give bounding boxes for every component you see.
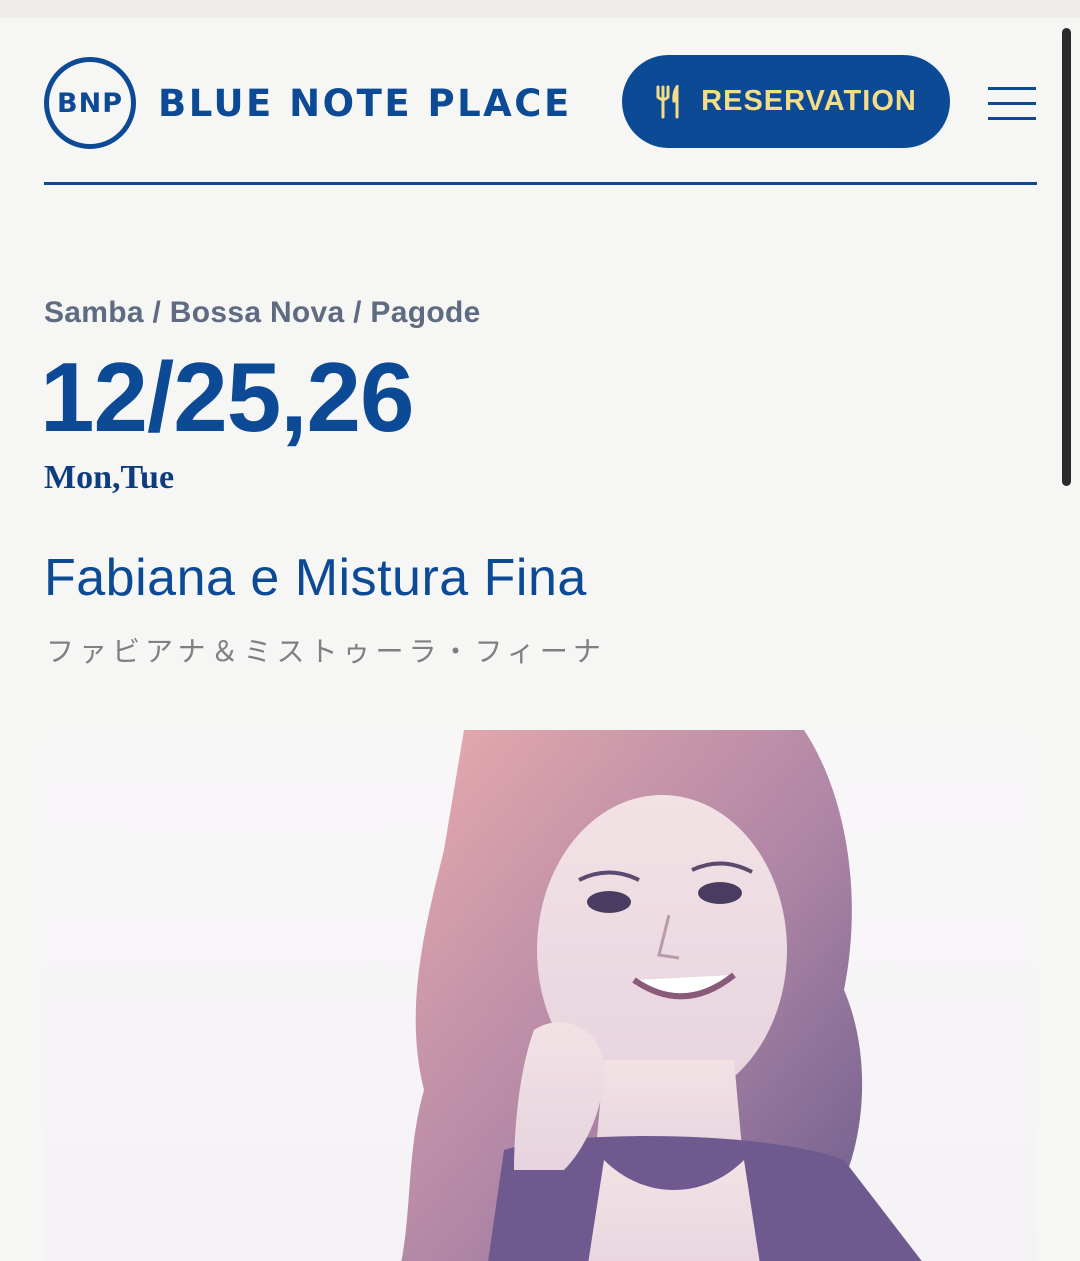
logo-text: BLUE NOTE PLACE [158, 81, 572, 125]
fork-knife-icon [656, 84, 679, 118]
top-strip [0, 0, 1080, 18]
event-days: Mon,Tue [44, 459, 175, 496]
event-date: 12/25,26 [40, 342, 414, 452]
artist-name-japanese: ファビアナ＆ミストゥーラ・フィーナ [46, 635, 606, 668]
reservation-label: RESERVATION [701, 85, 917, 117]
artist-photo [44, 730, 1037, 1261]
site-logo[interactable]: BNP BLUE NOTE PLACE [44, 57, 572, 149]
header-divider [44, 182, 1037, 185]
event-genre: Samba / Bossa Nova / Pagode [44, 296, 481, 329]
menu-line [988, 102, 1036, 105]
menu-line [988, 87, 1036, 90]
hamburger-menu-icon[interactable] [988, 84, 1038, 122]
artist-name: Fabiana e Mistura Fina [44, 549, 587, 607]
scrollbar[interactable] [1062, 28, 1071, 486]
reservation-button[interactable]: RESERVATION [622, 55, 950, 148]
page: BNP BLUE NOTE PLACE RESERVATION Samba / … [0, 0, 1080, 1261]
menu-line [988, 117, 1036, 120]
logo-mark: BNP [44, 57, 136, 149]
artist-portrait-illustration [401, 730, 922, 1261]
